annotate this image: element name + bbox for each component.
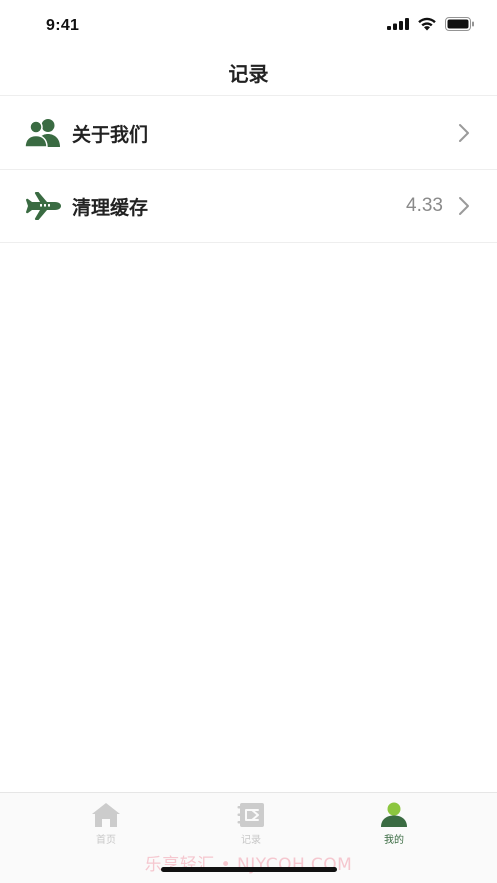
chevron-right-icon: [459, 124, 469, 142]
nav-bar: 记录: [0, 50, 497, 96]
tab-label: 记录: [241, 835, 261, 846]
tab-records[interactable]: 记录: [211, 801, 291, 846]
cache-size-value: 4.33: [406, 195, 443, 216]
home-indicator: [161, 867, 337, 872]
signal-icon: [387, 18, 409, 30]
list-item-about-us[interactable]: 关于我们: [0, 97, 497, 170]
tab-label: 首页: [96, 835, 116, 846]
battery-icon: [445, 17, 474, 31]
tab-home[interactable]: 首页: [66, 801, 146, 846]
chevron-right-icon: [459, 197, 469, 215]
home-icon: [91, 801, 121, 829]
notebook-icon: [236, 801, 266, 829]
users-icon: [24, 117, 62, 149]
list-item-label: 清理缓存: [72, 196, 149, 219]
status-bar: 9:41: [0, 0, 497, 50]
tab-label: 我的: [384, 835, 404, 846]
status-time: 9:41: [46, 17, 80, 34]
tab-profile[interactable]: 我的: [354, 801, 434, 846]
profile-icon: [379, 801, 409, 829]
list-item-label: 关于我们: [72, 123, 149, 146]
settings-list: 关于我们 清理缓存 4.33: [0, 97, 497, 243]
wifi-icon: [418, 17, 436, 31]
page-title: 记录: [228, 62, 269, 86]
status-icons: [387, 17, 475, 31]
list-item-clear-cache[interactable]: 清理缓存 4.33: [0, 170, 497, 243]
airplane-icon: [24, 190, 62, 222]
